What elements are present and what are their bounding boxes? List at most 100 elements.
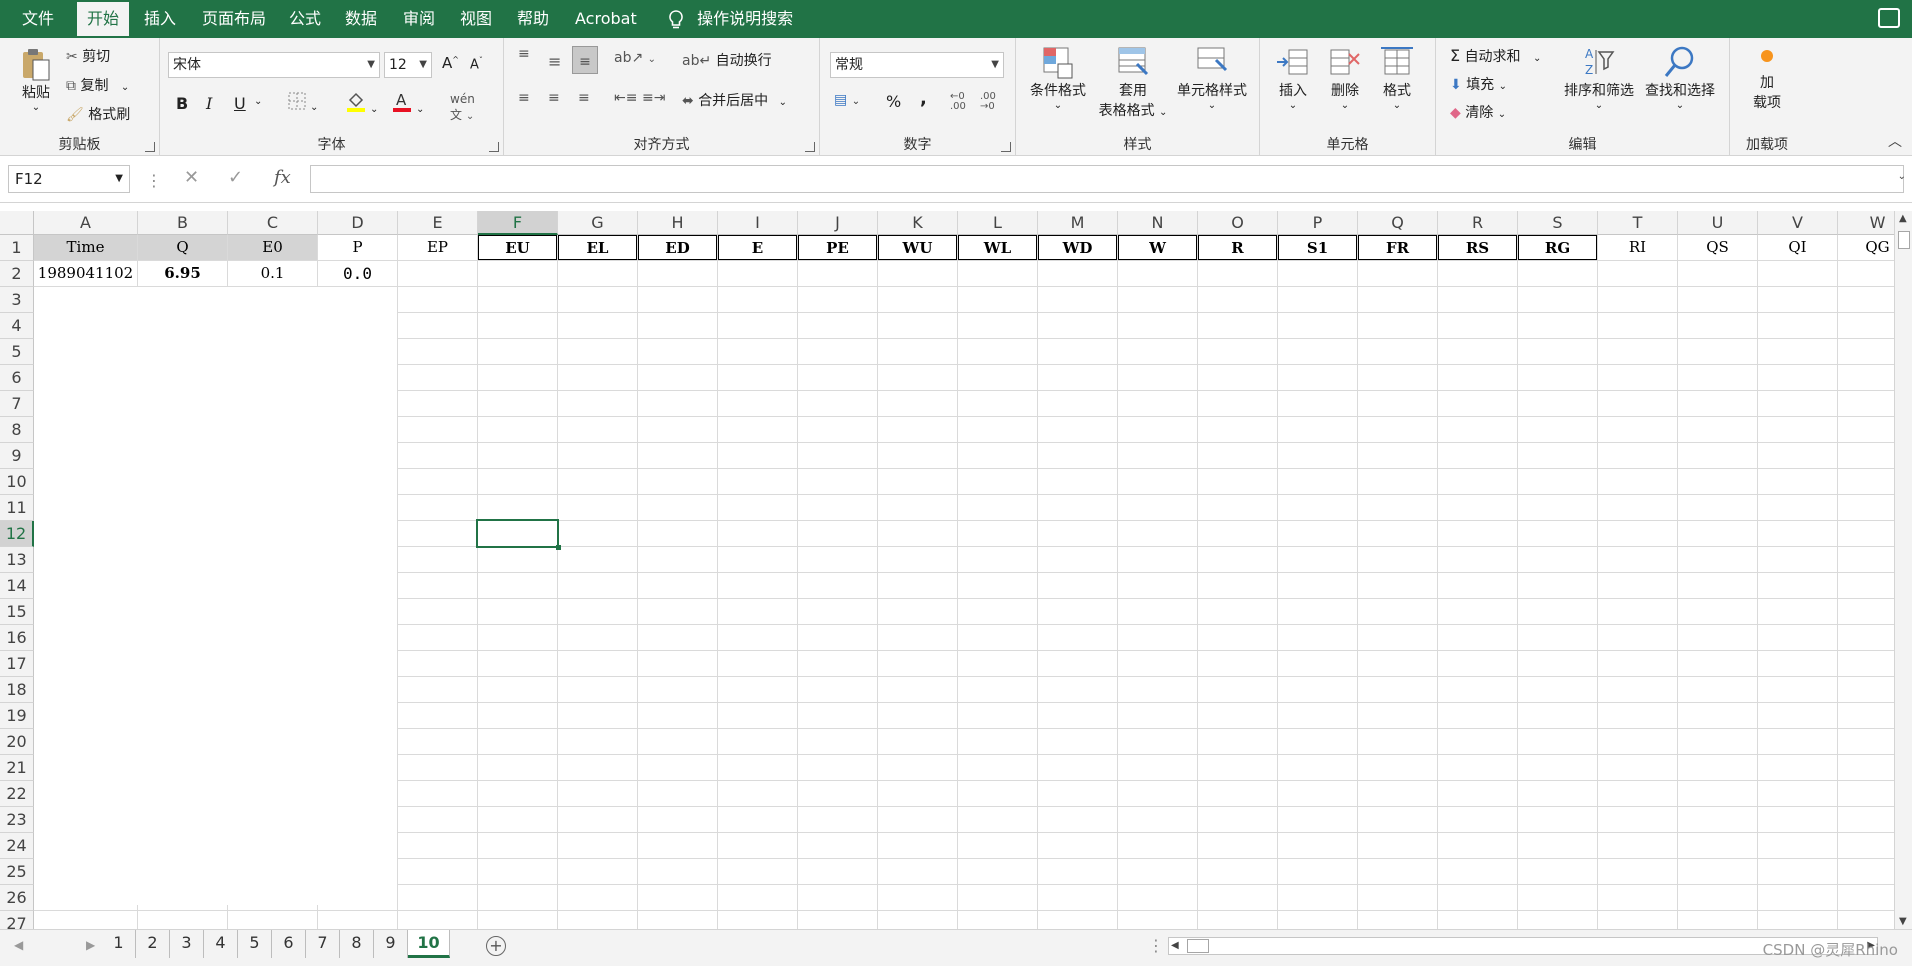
format-cells-button[interactable]: 格式 ⌄ (1372, 44, 1422, 111)
sheet-tab-8[interactable]: 8 (340, 930, 374, 958)
header-cell-L[interactable]: WL (958, 235, 1037, 260)
collapse-ribbon-icon[interactable]: ︿ (1888, 131, 1902, 151)
row-header-10[interactable]: 10 (0, 469, 34, 495)
column-header-I[interactable]: I (718, 211, 798, 235)
vertical-scroll-thumb[interactable] (1898, 231, 1910, 249)
row-header-12[interactable]: 12 (0, 521, 34, 547)
row-header-23[interactable]: 23 (0, 807, 34, 833)
percent-button[interactable]: % (886, 92, 901, 111)
scroll-up-icon[interactable]: ▲ (1899, 213, 1907, 224)
cancel-icon[interactable]: ✕ (184, 167, 199, 188)
fill-button[interactable]: ⬇ 填充 ⌄ (1450, 74, 1507, 94)
decrease-font-icon[interactable]: Aˇ (470, 56, 483, 72)
column-header-P[interactable]: P (1278, 211, 1358, 235)
tab-acrobat[interactable]: Acrobat (565, 0, 647, 38)
scroll-left-icon[interactable]: ◀ (1171, 938, 1179, 954)
column-header-V[interactable]: V (1758, 211, 1838, 235)
header-cell-O[interactable]: R (1198, 235, 1277, 260)
sheet-tab-2[interactable]: 2 (136, 930, 170, 958)
column-header-D[interactable]: D (318, 211, 398, 235)
header-cell-I[interactable]: E (718, 235, 797, 260)
clipboard-launcher-icon[interactable] (145, 142, 155, 152)
row-header-25[interactable]: 25 (0, 859, 34, 885)
row-header-3[interactable]: 3 (0, 287, 34, 313)
tab-home[interactable]: 开始 (77, 2, 130, 38)
data-cell-B2[interactable]: 6.95 (138, 261, 227, 286)
delete-cells-button[interactable]: 删除 ⌄ (1320, 44, 1370, 111)
header-cell-A[interactable]: Time (34, 235, 137, 260)
data-cell-A2[interactable]: 1989041102 (34, 261, 137, 286)
tab-review[interactable]: 审阅 (393, 0, 445, 38)
merge-center-button[interactable]: ⬌ 合并后居中 ⌄ (682, 90, 787, 110)
row-header-18[interactable]: 18 (0, 677, 34, 703)
paste-button[interactable]: 粘贴 ⌄ (14, 46, 58, 113)
align-bottom-icon[interactable]: ≡ (572, 46, 598, 74)
header-cell-R[interactable]: RS (1438, 235, 1517, 260)
insert-cells-button[interactable]: 插入 ⌄ (1268, 44, 1318, 111)
bold-button[interactable]: B (176, 94, 188, 113)
align-top-icon[interactable]: ≡ (518, 47, 530, 61)
confirm-icon[interactable]: ✓ (228, 167, 243, 188)
tab-insert[interactable]: 插入 (134, 0, 186, 38)
tell-me-search[interactable]: 操作说明搜索 (658, 0, 803, 38)
underline-dropdown-icon[interactable]: ⌄ (254, 96, 262, 107)
horizontal-scroll-thumb[interactable] (1187, 939, 1209, 953)
header-cell-U[interactable]: QS (1678, 235, 1757, 260)
format-as-table-button[interactable]: 套用 表格格式 ⌄ (1094, 44, 1172, 120)
row-header-26[interactable]: 26 (0, 885, 34, 911)
row-header-7[interactable]: 7 (0, 391, 34, 417)
increase-indent-icon[interactable]: ≡⇥ (642, 90, 665, 106)
column-header-N[interactable]: N (1118, 211, 1198, 235)
comments-icon[interactable] (1878, 8, 1900, 28)
tab-help[interactable]: 帮助 (507, 0, 559, 38)
tab-formulas[interactable]: 公式 (279, 0, 331, 38)
column-header-C[interactable]: C (228, 211, 318, 235)
row-header-2[interactable]: 2 (0, 261, 34, 287)
header-cell-G[interactable]: EL (558, 235, 637, 260)
wrap-text-button[interactable]: ab↵ 自动换行 (682, 50, 772, 70)
row-header-9[interactable]: 9 (0, 443, 34, 469)
spreadsheet-grid[interactable]: A B C D E F G H I J K L M N O P Q R S T U V W 1 2 3 4 5 6 7 8 9 10 11 12 13… (0, 211, 1894, 929)
sheet-tab-7[interactable]: 7 (306, 930, 340, 958)
row-header-21[interactable]: 21 (0, 755, 34, 781)
row-header-1[interactable]: 1 (0, 235, 34, 261)
row-header-6[interactable]: 6 (0, 365, 34, 391)
header-cell-E[interactable]: EP (398, 235, 477, 260)
increase-font-icon[interactable]: A^ (442, 54, 459, 72)
tab-file[interactable]: 文件 (12, 0, 64, 38)
cut-button[interactable]: ✂ 剪切 (66, 46, 110, 66)
sheet-tab-4[interactable]: 4 (204, 930, 238, 958)
header-cell-K[interactable]: WU (878, 235, 957, 260)
row-header-11[interactable]: 11 (0, 495, 34, 521)
sheet-tab-1[interactable]: 1 (102, 930, 136, 958)
sheet-tab-6[interactable]: 6 (272, 930, 306, 958)
row-header-27[interactable]: 27 (0, 911, 34, 929)
select-all-corner[interactable] (0, 211, 34, 235)
underline-button[interactable]: U (234, 94, 246, 113)
column-header-H[interactable]: H (638, 211, 718, 235)
header-cell-W[interactable]: QG (1838, 235, 1894, 260)
cell-styles-button[interactable]: 单元格样式 ⌄ (1172, 44, 1252, 111)
header-cell-S[interactable]: RG (1518, 235, 1597, 260)
font-color-icon[interactable]: A ⌄ (392, 90, 424, 116)
column-header-J[interactable]: J (798, 211, 878, 235)
align-left-icon[interactable]: ≡ (518, 90, 530, 106)
tab-view[interactable]: 视图 (450, 0, 502, 38)
header-cell-Q[interactable]: FR (1358, 235, 1437, 260)
row-header-22[interactable]: 22 (0, 781, 34, 807)
column-header-O[interactable]: O (1198, 211, 1278, 235)
column-header-K[interactable]: K (878, 211, 958, 235)
formula-input[interactable] (310, 165, 1904, 193)
tab-data[interactable]: 数据 (335, 0, 387, 38)
align-middle-icon[interactable]: ≡ (548, 52, 561, 71)
decrease-decimal-icon[interactable]: .00 →0 (980, 92, 996, 112)
increase-decimal-icon[interactable]: ←0.00 (950, 92, 966, 112)
font-size-select[interactable]: 12 ▼ (384, 52, 432, 78)
name-box[interactable]: F12 ▼ (8, 165, 130, 193)
column-header-A[interactable]: A (34, 211, 138, 235)
column-header-F[interactable]: F (478, 211, 558, 235)
row-header-13[interactable]: 13 (0, 547, 34, 573)
column-header-W[interactable]: W (1838, 211, 1894, 235)
data-cell-D2[interactable]: 0.0 (318, 261, 397, 286)
data-cell-C2[interactable]: 0.1 (228, 261, 317, 286)
